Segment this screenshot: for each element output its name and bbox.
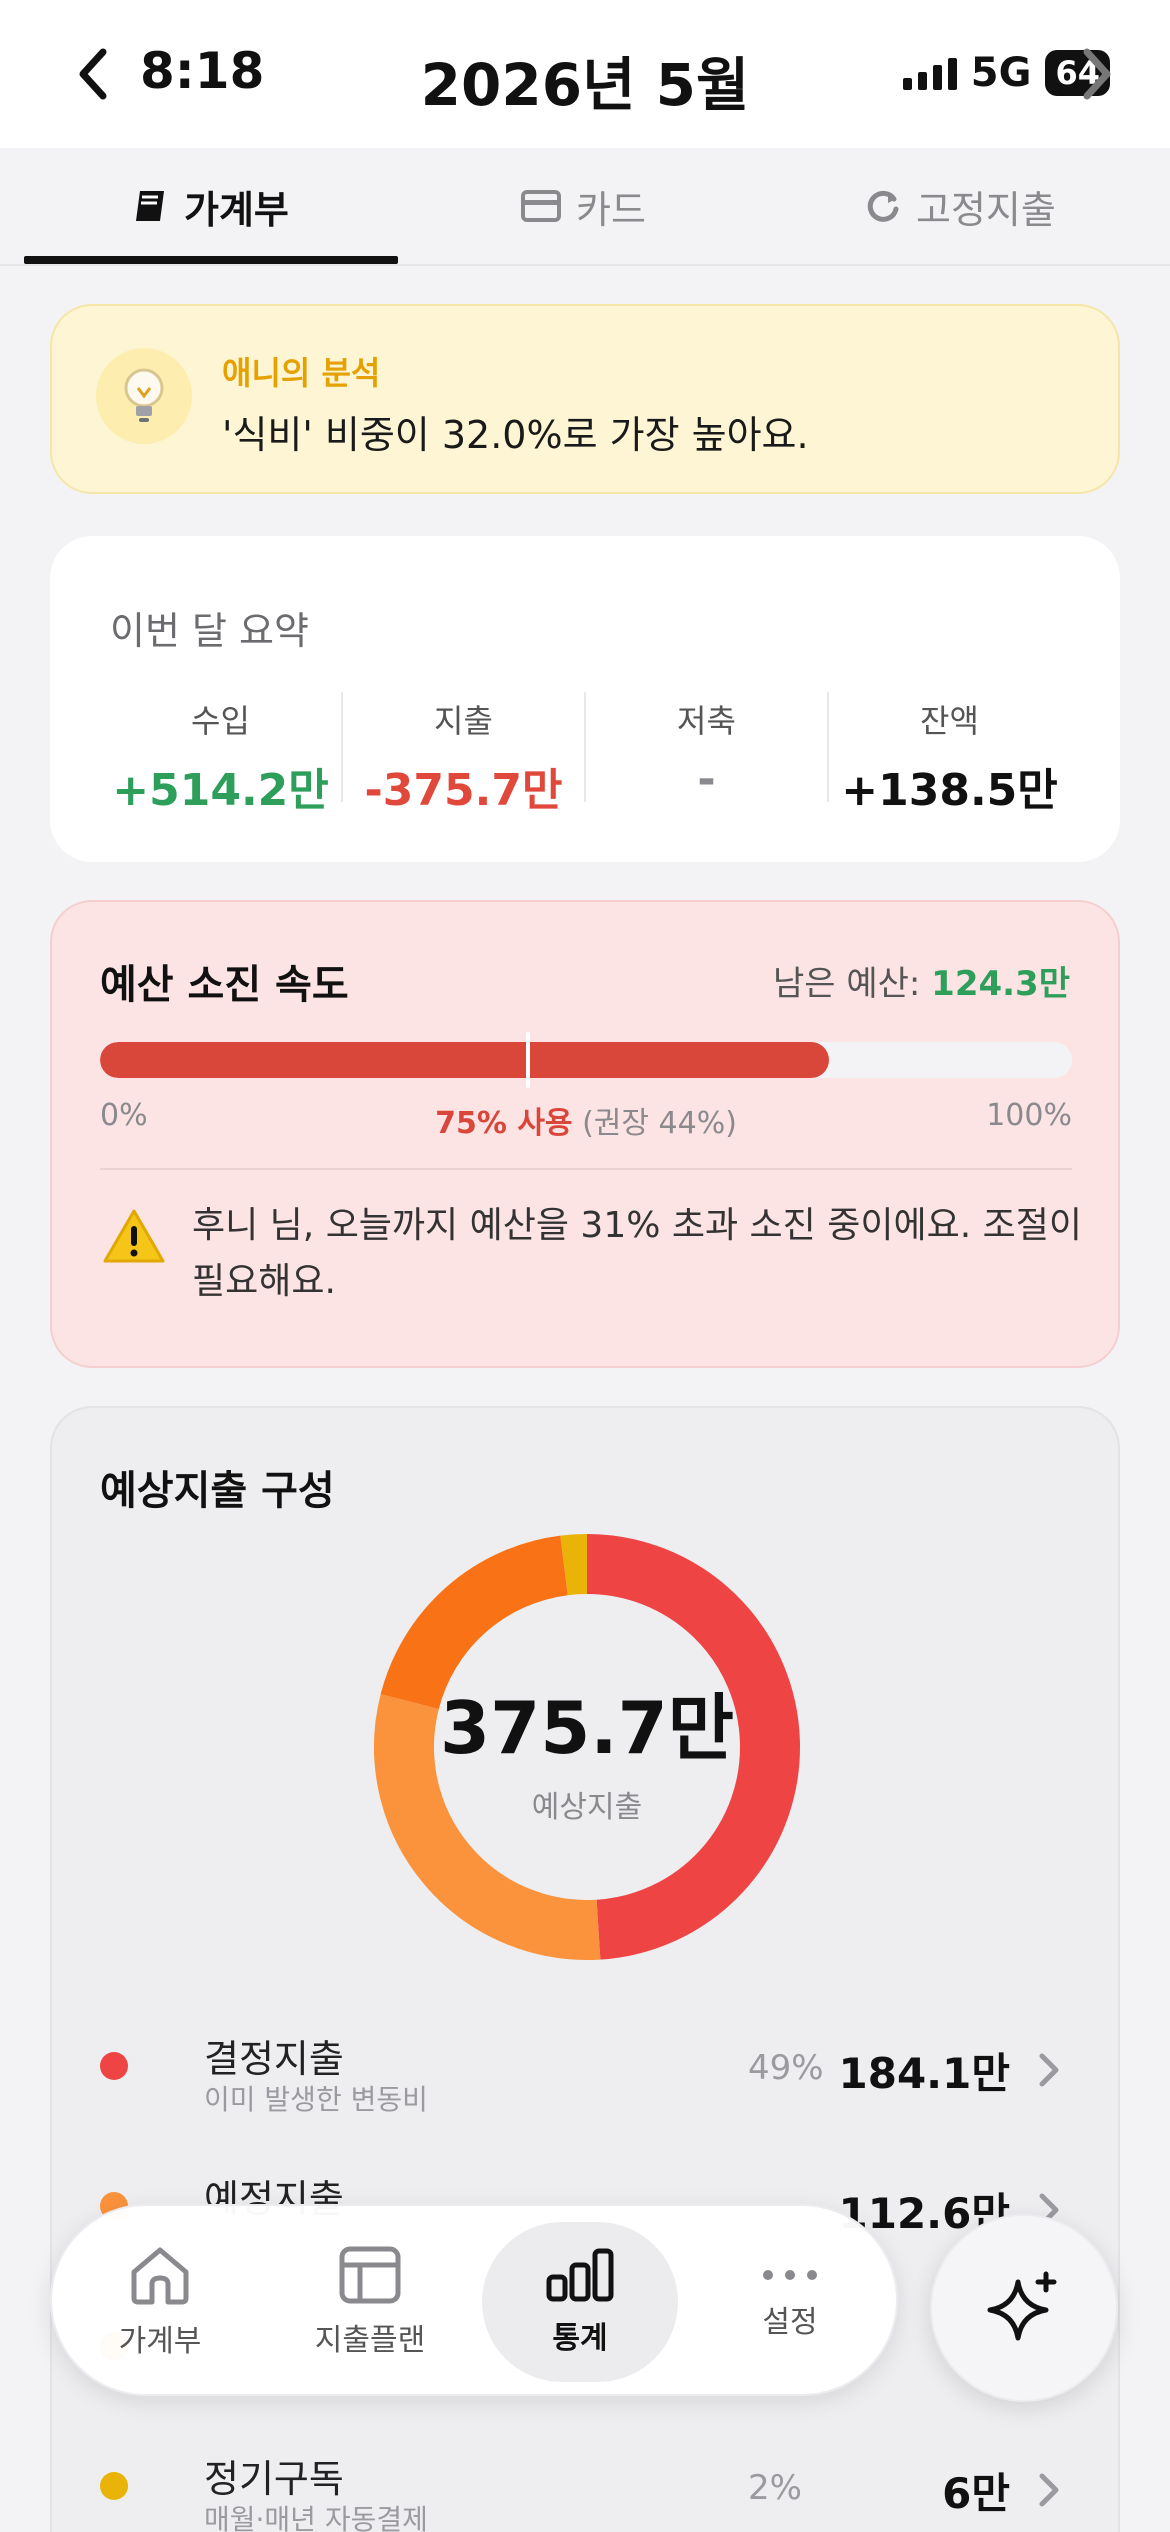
layout-icon bbox=[339, 2246, 401, 2304]
recommended-marker bbox=[525, 1032, 530, 1088]
summary-expense-value: -375.7만 bbox=[364, 765, 563, 816]
donut-total-label: 예상지출 bbox=[531, 1789, 643, 1825]
signal-icon bbox=[902, 56, 957, 90]
month-title-text[interactable]: 2026년 5월 bbox=[421, 51, 750, 119]
refresh-icon bbox=[867, 190, 899, 222]
legend-pct: 49% bbox=[748, 2048, 824, 2088]
legend-amount: 6만 bbox=[942, 2469, 1010, 2518]
insight-text: '식비' 비중이 32.0%로 가장 높아요. bbox=[222, 413, 809, 457]
nav-ledger[interactable]: 가계부 bbox=[62, 2222, 258, 2382]
legend-dot bbox=[100, 2052, 128, 2080]
legend-name: 정기구독 bbox=[204, 2457, 344, 2501]
book-icon bbox=[136, 191, 164, 221]
legend-desc: 매월·매년 자동결제 bbox=[204, 2503, 428, 2532]
ai-assistant-button[interactable] bbox=[930, 2214, 1118, 2402]
summary-income: 수입 +514.2만 bbox=[100, 692, 343, 816]
summary-title: 이번 달 요약 bbox=[110, 609, 309, 653]
tab-label: 카드 bbox=[576, 187, 646, 232]
progress-end-label: 100% bbox=[986, 1098, 1072, 1133]
budget-burn-card: 예산 소진 속도 남은 예산: 124.3만 0% 75% 사용 (권장 44%… bbox=[50, 900, 1120, 1368]
budget-progress-labels: 0% 75% 사용 (권장 44%) 100% bbox=[100, 1098, 1072, 1141]
budget-remaining-label: 남은 예산: bbox=[772, 964, 932, 1004]
bar-chart-icon bbox=[546, 2248, 614, 2302]
progress-recommended-text: (권장 44%) bbox=[582, 1106, 737, 1141]
card-icon bbox=[521, 190, 561, 222]
summary-balance-value: +138.5만 bbox=[841, 765, 1058, 816]
nav-label: 가계부 bbox=[118, 2324, 202, 2359]
summary-savings-label: 저축 bbox=[677, 702, 736, 740]
progress-used-label: 75% 사용 (권장 44%) bbox=[100, 1098, 1072, 1142]
tab-label: 가계부 bbox=[184, 187, 289, 232]
legend-desc: 이미 발생한 변동비 bbox=[204, 2083, 428, 2116]
home-icon bbox=[131, 2247, 189, 2305]
next-month-button[interactable] bbox=[1074, 44, 1122, 104]
tab-bar: 가계부 카드 고정지출 bbox=[0, 148, 1170, 266]
nav-settings[interactable]: 설정 bbox=[692, 2222, 888, 2382]
legend-pct: 2% bbox=[748, 2468, 802, 2508]
summary-balance: 잔액 +138.5만 bbox=[829, 692, 1070, 816]
bottom-navigation: 가계부 지출플랜 통계 설정 bbox=[50, 2204, 898, 2396]
nav-label: 통계 bbox=[552, 2321, 608, 2356]
budget-warning-text: 후니 님, 오늘까지 예산을 31% 초과 소진 중이에요. 조절이 필요해요. bbox=[192, 1205, 1082, 1302]
legend-amount: 184.1만 bbox=[838, 2049, 1011, 2098]
top-header: 8:18 2026년 5월 5G 64 bbox=[0, 0, 1170, 148]
summary-expense-label: 지출 bbox=[434, 702, 493, 740]
summary-income-label: 수입 bbox=[191, 702, 250, 740]
donut-center: 375.7만 예상지출 bbox=[372, 1532, 802, 1962]
summary-columns: 수입 +514.2만 지출 -375.7만 저축 - 잔액 +138.5만 bbox=[100, 692, 1070, 816]
legend-row-decided[interactable]: 결정지출 이미 발생한 변동비 49% 184.1만 bbox=[100, 2028, 1120, 2118]
tab-fixed-expense[interactable]: 고정지출 bbox=[864, 176, 1056, 236]
nav-label: 지출플랜 bbox=[314, 2323, 426, 2358]
budget-remaining: 남은 예산: 124.3만 bbox=[773, 956, 1070, 1005]
more-icon bbox=[763, 2270, 817, 2280]
insight-label: 애니의 분석 bbox=[222, 354, 381, 392]
nav-spending-plan[interactable]: 지출플랜 bbox=[272, 2222, 468, 2382]
nav-label: 설정 bbox=[762, 2305, 818, 2340]
active-tab-indicator bbox=[24, 256, 398, 264]
legend-name: 결정지출 bbox=[204, 2037, 344, 2081]
legend-dot bbox=[100, 2472, 128, 2500]
status-time: 8:18 bbox=[140, 42, 265, 100]
sparkle-icon bbox=[987, 2271, 1057, 2341]
chevron-right-icon bbox=[1039, 2053, 1059, 2087]
summary-income-value: +514.2만 bbox=[112, 765, 329, 816]
chevron-right-icon bbox=[1083, 48, 1111, 100]
network-type: 5G bbox=[970, 50, 1032, 96]
expected-title: 예상지출 구성 bbox=[100, 1468, 335, 1514]
monthly-summary-card: 이번 달 요약 수입 +514.2만 지출 -375.7만 저축 - 잔액 +1… bbox=[50, 536, 1120, 862]
budget-remaining-value: 124.3만 bbox=[931, 964, 1070, 1004]
budget-progress-fill bbox=[100, 1042, 829, 1078]
warning-icon bbox=[103, 1209, 165, 1263]
summary-balance-label: 잔액 bbox=[920, 702, 979, 740]
lightbulb-icon bbox=[96, 348, 192, 444]
previous-month-button[interactable] bbox=[68, 44, 116, 104]
insight-card[interactable]: 애니의 분석 '식비' 비중이 32.0%로 가장 높아요. bbox=[50, 304, 1120, 494]
tab-ledger[interactable]: 가계부 bbox=[132, 176, 289, 236]
chevron-left-icon bbox=[79, 48, 107, 100]
summary-expense: 지출 -375.7만 bbox=[343, 692, 586, 816]
tab-label: 고정지출 bbox=[916, 187, 1056, 232]
summary-savings-value: - bbox=[697, 754, 716, 805]
budget-title: 예산 소진 속도 bbox=[100, 962, 349, 1008]
chevron-right-icon bbox=[1039, 2473, 1059, 2507]
legend-row-subscription[interactable]: 정기구독 매월·매년 자동결제 2% 6만 bbox=[100, 2448, 1120, 2532]
divider bbox=[100, 1168, 1072, 1170]
budget-progress-track bbox=[100, 1042, 1072, 1078]
summary-savings: 저축 - bbox=[586, 692, 829, 805]
progress-used-text: 75% 사용 bbox=[435, 1106, 573, 1141]
nav-statistics[interactable]: 통계 bbox=[482, 2222, 678, 2382]
tab-card[interactable]: 카드 bbox=[520, 176, 646, 236]
donut-total: 375.7만 bbox=[440, 1685, 734, 1770]
